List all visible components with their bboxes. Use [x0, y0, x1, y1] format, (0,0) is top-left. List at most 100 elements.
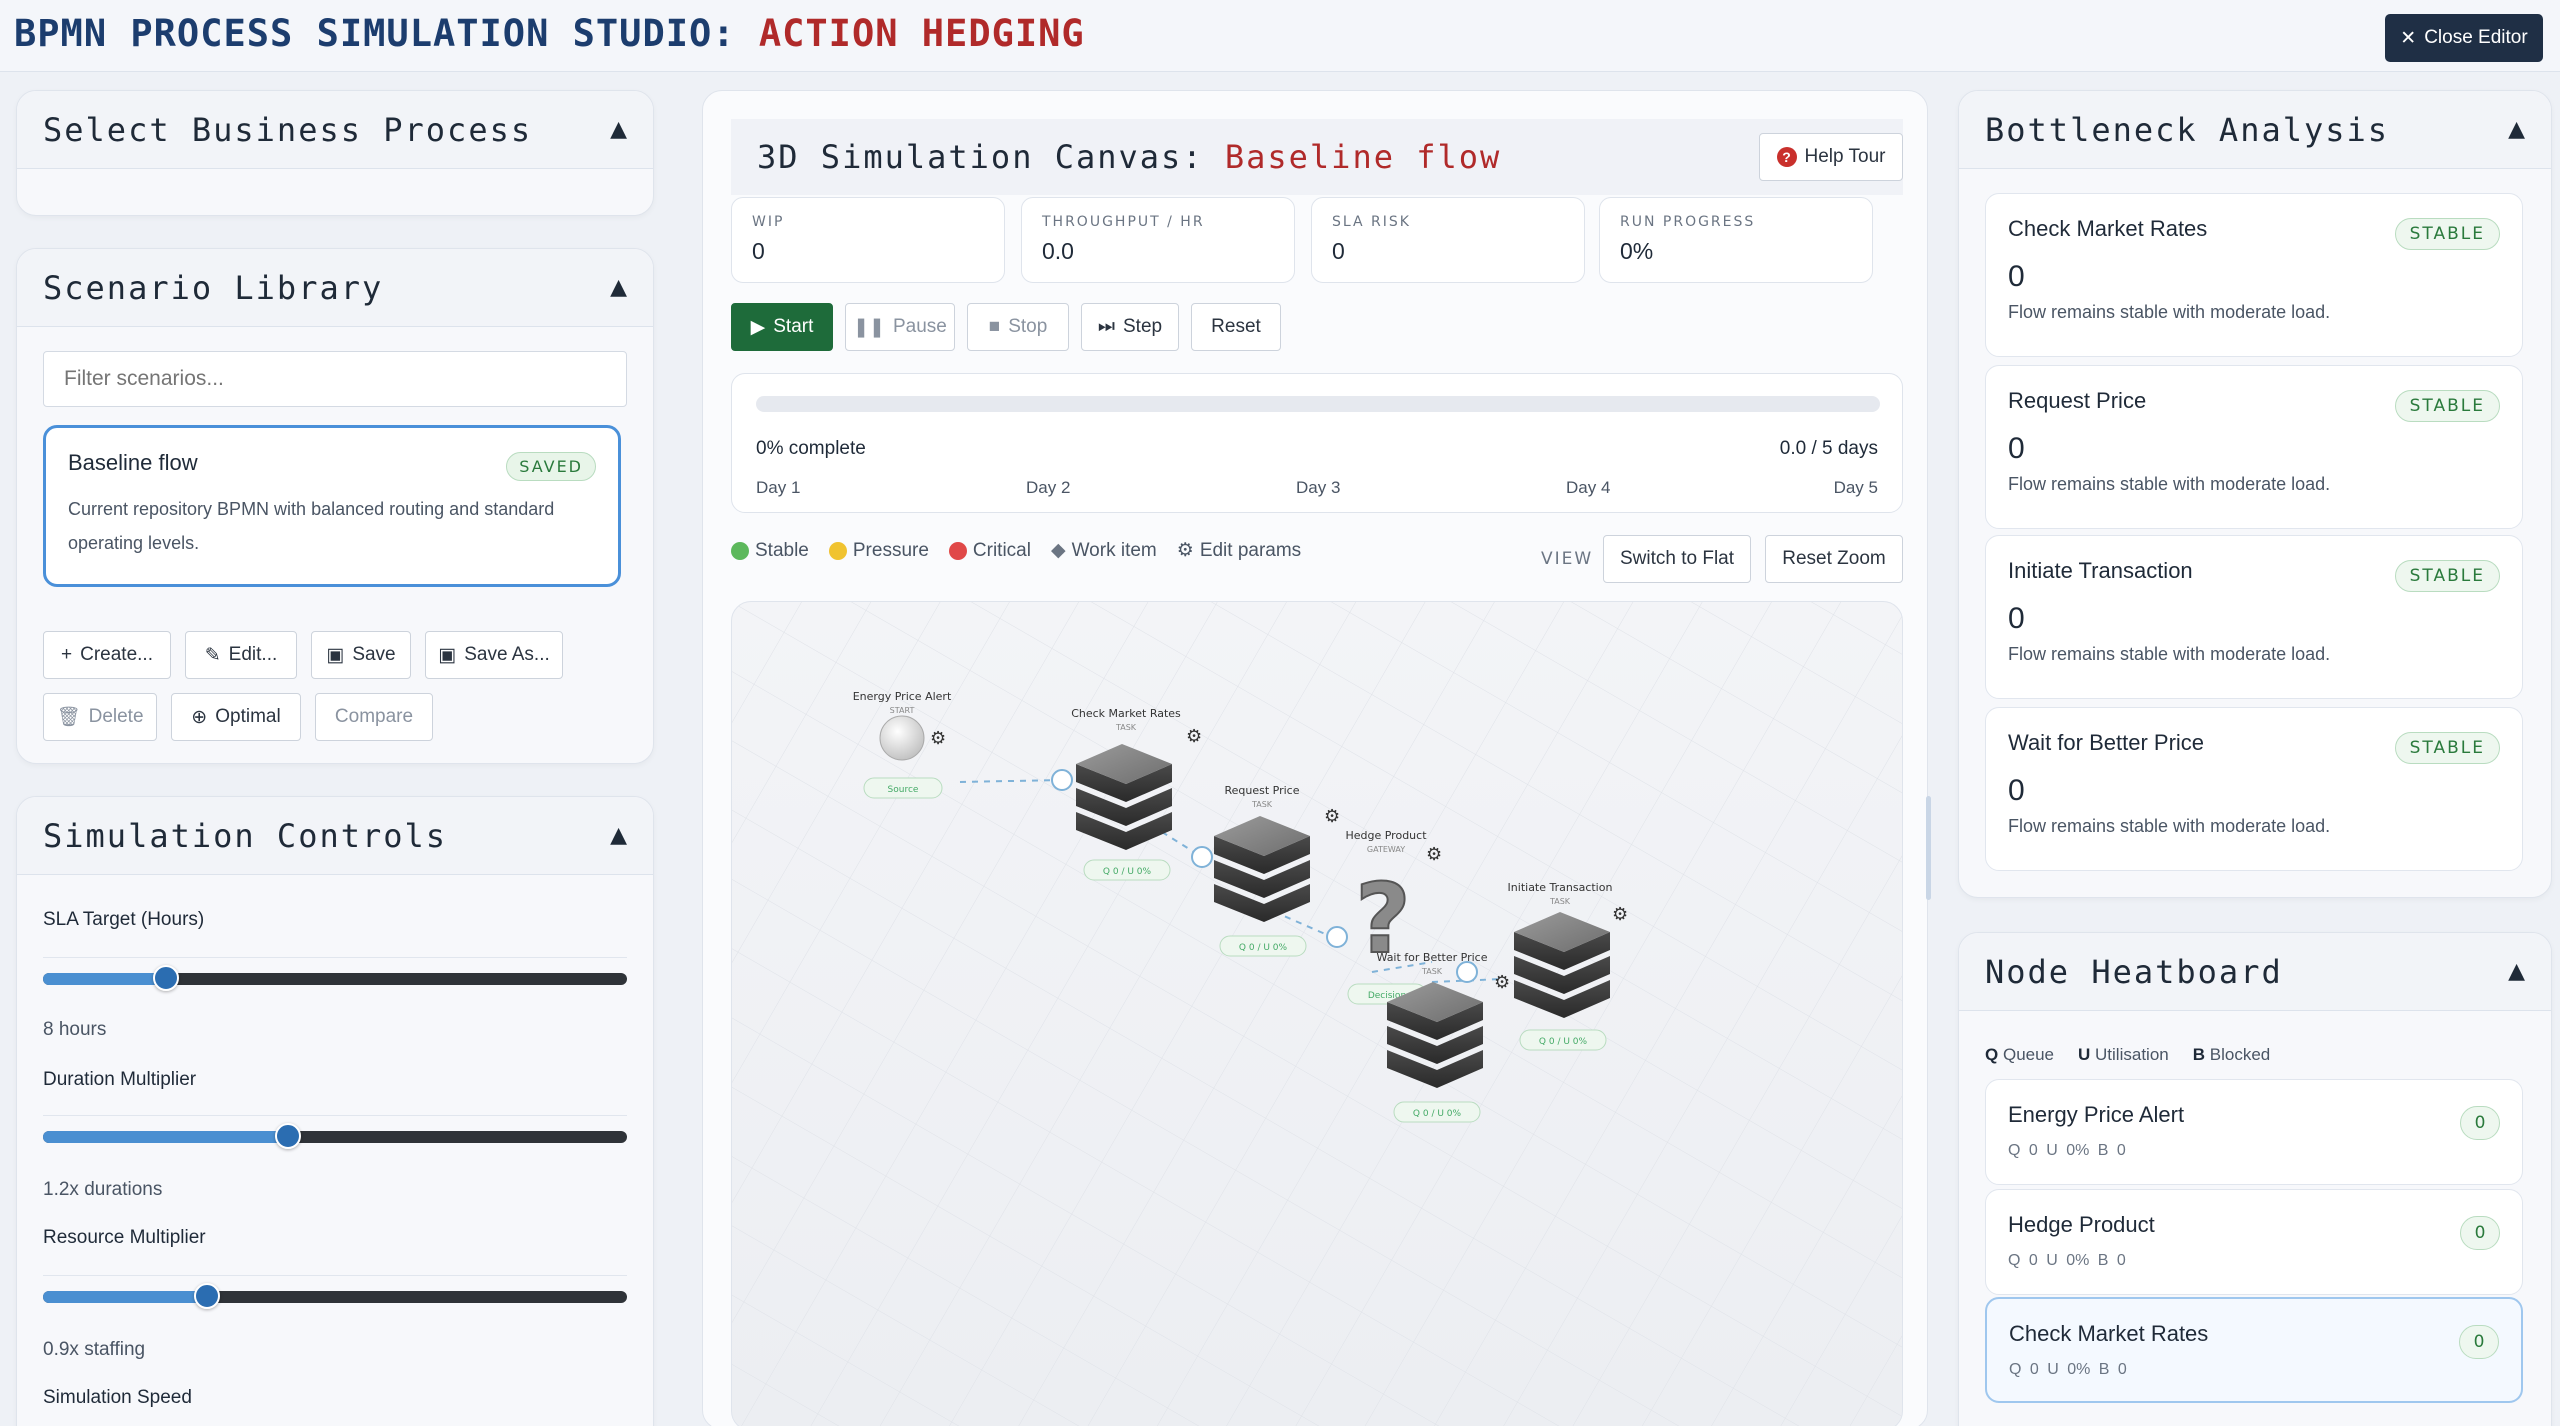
step-icon: ⏭ — [1097, 316, 1115, 337]
legend-queue: Q Queue — [1985, 1045, 2054, 1065]
legend-critical: Critical — [948, 540, 1031, 562]
legend-blocked: B Blocked — [2193, 1045, 2271, 1065]
scenario-description: Current repository BPMN with balanced ro… — [68, 499, 555, 553]
pressure-dot-icon — [828, 541, 847, 560]
metric-label: WIP — [752, 214, 785, 230]
3d-canvas[interactable]: Energy Price Alert START Source ⚙ Check … — [731, 601, 1903, 1426]
chevron-up-icon[interactable]: ▲ — [2508, 959, 2525, 984]
pause-button[interactable]: ❚❚ Pause — [845, 303, 955, 351]
bottleneck-header[interactable]: Bottleneck Analysis ▲ — [1959, 91, 2551, 169]
chevron-up-icon[interactable]: ▲ — [610, 275, 627, 300]
bottleneck-value: 0 — [2008, 432, 2025, 465]
node-name: Wait for Better Price — [1377, 951, 1488, 964]
stop-button[interactable]: ■ Stop — [967, 303, 1069, 351]
scenario-card-baseline[interactable]: Baseline flow SAVED Current repository B… — [43, 425, 621, 587]
floppy-icon: ▣ — [438, 644, 457, 666]
heatboard-item[interactable]: Energy Price Alert 0 Q 0 U 0% B 0 — [1985, 1079, 2523, 1185]
duration-multiplier-value: 1.2x durations — [43, 1179, 163, 1200]
create-label: Create... — [80, 644, 153, 665]
duration-multiplier-slider[interactable] — [43, 1123, 627, 1149]
node-heatboard-panel: Node Heatboard ▲ Q Queue U Utilisation B… — [1958, 932, 2552, 1426]
bottleneck-card[interactable]: Initiate Transaction STABLE 0 Flow remai… — [1985, 535, 2523, 699]
pause-label: Pause — [892, 316, 947, 337]
start-sphere-icon — [879, 715, 925, 761]
legend-key: Q — [1985, 1045, 1999, 1064]
app-title: BPMN PROCESS SIMULATION STUDIO: ACTION H… — [14, 12, 1085, 55]
simulation-controls-panel: Simulation Controls ▲ SLA Target (Hours)… — [16, 796, 654, 1426]
day-label: Day 4 — [1566, 478, 1611, 497]
heatboard-item[interactable]: Check Market Rates 0 Q 0 U 0% B 0 — [1985, 1297, 2523, 1403]
optimal-scenario-button[interactable]: ⊕ Optimal — [171, 693, 301, 741]
create-scenario-button[interactable]: + Create... — [43, 631, 171, 679]
slider-thumb[interactable] — [275, 1123, 302, 1149]
metric-value: 0% — [1620, 238, 1654, 264]
panel-splitter[interactable] — [1926, 796, 1931, 900]
close-editor-button[interactable]: ✕ Close Editor — [2385, 14, 2543, 62]
heatboard-stats: Q 0 U 0% B 0 — [2008, 1252, 2126, 1269]
bottleneck-card[interactable]: Wait for Better Price STABLE 0 Flow rema… — [1985, 707, 2523, 871]
sla-target-value: 8 hours — [43, 1019, 107, 1040]
day-label: Day 2 — [1026, 478, 1071, 497]
bottleneck-analysis-panel: Bottleneck Analysis ▲ Check Market Rates… — [1958, 90, 2552, 898]
chevron-up-icon[interactable]: ▲ — [2508, 117, 2525, 142]
delete-scenario-button[interactable]: 🗑 Delete — [43, 693, 157, 741]
gear-icon[interactable]: ⚙ — [1324, 806, 1340, 827]
metric-sla-risk: SLA RISK 0 — [1311, 197, 1585, 283]
node-stats: Q 0 / U 0% — [1239, 943, 1288, 953]
start-label: Start — [773, 316, 814, 337]
bottleneck-value: 0 — [2008, 774, 2025, 807]
resource-multiplier-slider[interactable] — [43, 1283, 627, 1309]
start-button[interactable]: ▶ Start — [731, 303, 833, 351]
divider — [43, 1115, 627, 1116]
chevron-up-icon[interactable]: ▲ — [610, 117, 627, 142]
compare-label: Compare — [334, 706, 414, 727]
scenario-filter-input[interactable] — [43, 351, 627, 407]
help-tour-button[interactable]: ? Help Tour — [1759, 133, 1903, 181]
step-button[interactable]: ⏭ Step — [1081, 303, 1179, 351]
select-process-header[interactable]: Select Business Process ▲ — [17, 91, 653, 169]
node-name: Hedge Product — [1345, 829, 1427, 842]
reset-button[interactable]: Reset — [1191, 303, 1281, 351]
heatboard-item[interactable]: Hedge Product 0 Q 0 U 0% B 0 — [1985, 1189, 2523, 1295]
step-label: Step — [1123, 316, 1163, 337]
simulation-speed-label: Simulation Speed — [43, 1387, 192, 1408]
heat-badge: 0 — [2460, 1106, 2500, 1140]
stop-label: Stop — [1008, 316, 1048, 337]
diamond-icon: ◆ — [1050, 540, 1066, 561]
pencil-icon: ✎ — [204, 644, 221, 666]
heatboard-header[interactable]: Node Heatboard ▲ — [1959, 933, 2551, 1011]
scenario-library-title: Scenario Library — [43, 268, 384, 307]
bottleneck-card[interactable]: Request Price STABLE 0 Flow remains stab… — [1985, 365, 2523, 529]
save-scenario-button[interactable]: ▣ Save — [311, 631, 411, 679]
node-stats: Q 0 / U 0% — [1413, 1109, 1462, 1119]
compare-scenario-button[interactable]: Compare — [315, 693, 433, 741]
gear-icon[interactable]: ⚙ — [930, 728, 946, 749]
progress-complete-text: 0% complete — [756, 438, 866, 459]
gear-icon[interactable]: ⚙ — [1494, 972, 1510, 993]
slider-thumb[interactable] — [193, 1283, 220, 1309]
canvas-title-prefix: 3D Simulation Canvas: — [757, 138, 1204, 176]
bpmn-3d-diagram[interactable]: Energy Price Alert START Source ⚙ Check … — [732, 602, 1903, 1426]
gear-icon[interactable]: ⚙ — [1186, 726, 1202, 747]
legend-edit-params[interactable]: ⚙ Edit params — [1177, 539, 1301, 562]
legend-work-item: ◆ Work item — [1051, 539, 1157, 562]
slider-fill — [43, 1291, 207, 1303]
simulation-controls-header[interactable]: Simulation Controls ▲ — [17, 797, 653, 875]
chevron-up-icon[interactable]: ▲ — [610, 823, 627, 848]
bottleneck-value: 0 — [2008, 602, 2025, 635]
sla-target-slider[interactable] — [43, 965, 627, 991]
gear-icon[interactable]: ⚙ — [1612, 904, 1628, 925]
reset-zoom-button[interactable]: Reset Zoom — [1765, 535, 1903, 583]
edit-scenario-button[interactable]: ✎ Edit... — [185, 631, 297, 679]
switch-to-flat-button[interactable]: Switch to Flat — [1603, 535, 1751, 583]
trash-icon: 🗑 — [56, 707, 81, 728]
divider — [43, 957, 627, 958]
legend-key: B — [2192, 1045, 2206, 1064]
slider-thumb[interactable] — [152, 965, 179, 991]
stable-dot-icon — [731, 541, 749, 560]
gear-icon[interactable]: ⚙ — [1426, 844, 1442, 865]
scenario-library-header[interactable]: Scenario Library ▲ — [17, 249, 653, 327]
status-badge: STABLE — [2394, 560, 2500, 592]
save-as-scenario-button[interactable]: ▣ Save As... — [425, 631, 563, 679]
bottleneck-card[interactable]: Check Market Rates STABLE 0 Flow remains… — [1985, 193, 2523, 357]
